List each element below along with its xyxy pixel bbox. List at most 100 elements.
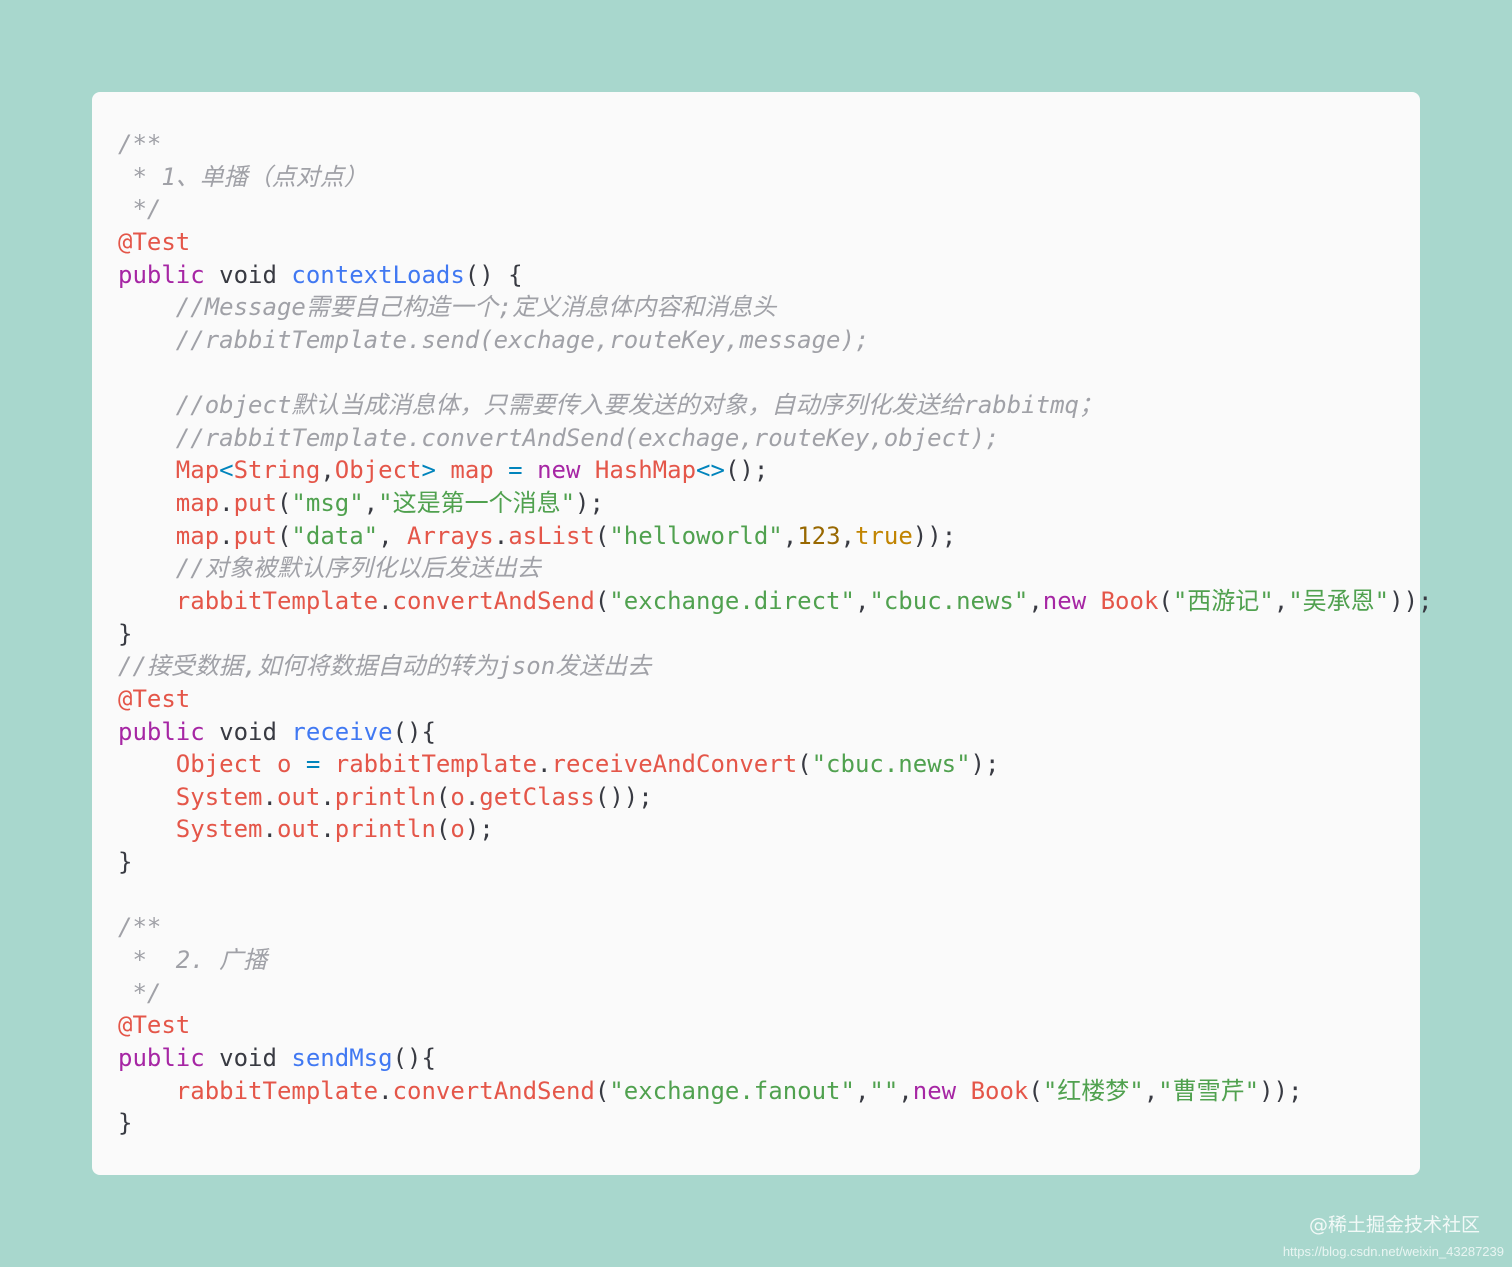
code-token-punct: ( [435, 782, 451, 811]
code-token-punct: , [1028, 586, 1043, 615]
code-token-string: "曹雪芹" [1158, 1076, 1260, 1105]
code-token-punct: , [854, 586, 870, 615]
code-token-ident: convertAndSend [392, 1076, 595, 1105]
code-token-ident: Object [334, 456, 422, 485]
code-line: */ [118, 977, 1432, 1010]
code-token-ident: HashMap [594, 456, 697, 485]
code-token-punct: , [854, 1076, 870, 1105]
code-token-punct: . [493, 521, 509, 550]
code-token-comment: /** [118, 913, 162, 942]
code-token-ident: getClass [479, 782, 595, 811]
code-token-punct: (); [724, 456, 769, 485]
code-token-ident: rabbitTemplate [175, 1076, 379, 1105]
code-line: //对象被默认序列化以后发送出去 [118, 552, 1432, 585]
code-line: map.put("data", Arrays.asList("helloworl… [118, 520, 1432, 553]
code-token-punct [956, 1077, 970, 1105]
code-token-punct: . [537, 750, 552, 779]
code-token-punct: ); [575, 489, 604, 518]
code-token-ident: receiveAndConvert [551, 750, 798, 779]
code-token-punct: ()); [594, 782, 653, 811]
code-line: * 2. 广播 [118, 944, 1432, 977]
code-token-ident: map [175, 521, 220, 550]
code-token-comment: * 2. 广播 [118, 946, 268, 975]
code-token-punct: , [782, 521, 798, 550]
code-token-ident: Book [970, 1076, 1029, 1105]
code-line: public void contextLoads() { [118, 259, 1432, 292]
code-line: //object默认当成消息体，只需要传入要发送的对象，自动序列化发送给rabb… [118, 389, 1432, 422]
code-line: rabbitTemplate.convertAndSend("exchange.… [118, 585, 1433, 618]
code-token-ident: Arrays [407, 521, 494, 550]
code-token-punct: ( [594, 521, 610, 550]
code-line: } [118, 618, 1432, 651]
code-token-punct: . [262, 782, 277, 811]
code-line: } [118, 1107, 1432, 1140]
code-token-comment: //rabbitTemplate.send(exchage,routeKey,m… [118, 325, 870, 354]
code-token-comment: * 1、单播（点对点） [118, 162, 368, 191]
code-token-keyword: new [522, 456, 595, 485]
code-token-ident: map [175, 489, 220, 518]
code-token-punct [320, 750, 334, 778]
code-token-string: "exchange.direct" [609, 586, 855, 615]
code-token-string: "data" [291, 521, 379, 550]
code-token-comment: /** [118, 130, 162, 158]
code-line: * 1、单播（点对点） [118, 161, 1432, 194]
code-token-string: "" [869, 1076, 899, 1105]
code-line: Object o = rabbitTemplate.receiveAndConv… [118, 748, 1432, 781]
code-token-punct [1086, 587, 1100, 615]
code-token-punct [118, 750, 176, 778]
code-token-punct: . [464, 782, 480, 811]
code-token-string: "cbuc.news" [811, 750, 971, 779]
code-token-comment: //object默认当成消息体，只需要传入要发送的对象，自动序列化发送给rabb… [118, 391, 1103, 420]
code-token-punct [118, 815, 176, 843]
code-token-punct: . [219, 489, 234, 518]
code-token-punct: . [378, 1076, 393, 1105]
code-token-ident: Object o [175, 750, 306, 779]
code-token-ident: o [450, 782, 465, 811]
code-token-ident: put [233, 521, 277, 550]
code-token-comment: //对象被默认序列化以后发送出去 [118, 554, 541, 583]
code-token-punct: , [320, 456, 335, 485]
code-token-punct: , [1143, 1076, 1159, 1105]
code-token-keyword: new [912, 1076, 957, 1105]
code-token-punct: () { [464, 260, 523, 289]
code-token-annotation: @Test [118, 227, 191, 256]
code-token-punct: )); [1389, 586, 1433, 615]
code-line: Map<String,Object> map = new HashMap<>()… [118, 454, 1432, 487]
code-line: System.out.println(o.getClass()); [118, 781, 1432, 814]
code-token-string: "红楼梦" [1042, 1076, 1144, 1105]
code-token-ident: Book [1100, 586, 1159, 615]
code-block: /** * 1、单播（点对点） */ @Test public void conte… [118, 128, 1432, 1140]
code-token-annotation: @Test [118, 684, 191, 713]
code-token-op: = [305, 750, 321, 779]
code-token-punct: } [118, 619, 133, 648]
code-line: /** [118, 128, 1432, 161]
code-token-literal: true [855, 521, 913, 550]
code-token-ident: asList [508, 521, 595, 550]
code-token-punct: ( [276, 489, 292, 518]
code-token-keyword: public [118, 260, 205, 289]
code-token-keyword: public [118, 717, 205, 746]
code-token-op: < [219, 456, 234, 485]
code-line: map.put("msg","这是第一个消息"); [118, 487, 1432, 520]
code-token-punct: } [118, 848, 133, 877]
code-token-ident: rabbitTemplate [175, 586, 379, 615]
code-token-op: > [421, 456, 436, 485]
code-token-punct: ( [276, 521, 292, 550]
code-token-string: "exchange.fanout" [609, 1076, 855, 1105]
code-token-punct: ( [1158, 586, 1173, 615]
code-token-punct: (){ [392, 1043, 436, 1072]
code-token-string: "msg" [291, 489, 364, 518]
code-token-punct [118, 456, 176, 484]
code-token-type: void [204, 1043, 292, 1072]
code-token-punct: ); [970, 750, 1000, 779]
code-token-punct: , [840, 521, 855, 550]
code-line: //Message需要自己构造一个;定义消息体内容和消息头 [118, 291, 1432, 324]
code-token-comment: //Message需要自己构造一个;定义消息体内容和消息头 [118, 293, 777, 322]
code-token-punct [118, 587, 176, 615]
code-token-string: "helloworld" [609, 521, 783, 550]
code-token-number: 123 [797, 521, 841, 550]
code-token-punct [118, 1077, 176, 1105]
code-token-type: void [204, 260, 292, 289]
code-token-op: <> [696, 456, 725, 485]
